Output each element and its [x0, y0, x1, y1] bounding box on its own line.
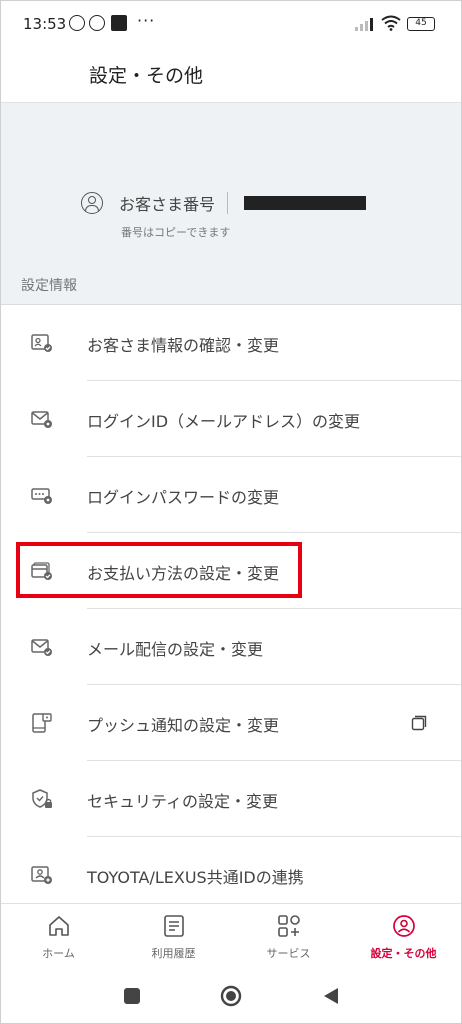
menu-item-label: TOYOTA/LEXUS共通IDの連携 [87, 868, 304, 887]
menu-item-label: プッシュ通知の設定・変更 [87, 716, 280, 735]
app-screen: 13:53 ··· 45 設定・その他 お客さま番号 番号はコピーできます 設定… [0, 0, 462, 1024]
bottom-navigation: ホーム 利用履歴 サービス 設定・その他 [1, 903, 461, 969]
external-link-icon [411, 715, 427, 731]
menu-item-mail-delivery[interactable]: メール配信の設定・変更 [1, 609, 461, 685]
nav-label: サービス [266, 947, 311, 960]
highlight-box [16, 542, 302, 598]
wifi-icon [381, 15, 401, 31]
home-button-icon[interactable] [220, 985, 242, 1007]
nav-label: 設定・その他 [370, 947, 437, 960]
menu-item-label: ログインID（メールアドレス）の変更 [87, 412, 361, 431]
menu-item-label: メール配信の設定・変更 [87, 640, 264, 659]
settings-user-icon [392, 915, 415, 937]
notification-icon [69, 15, 85, 31]
mail-check-icon [31, 639, 52, 656]
status-time: 13:53 [23, 15, 67, 33]
menu-item-customer-info[interactable]: お客さま情報の確認・変更 [1, 305, 461, 381]
customer-number-row[interactable]: お客さま番号 [81, 189, 367, 217]
customer-number-redacted[interactable] [244, 196, 367, 210]
customer-number-card: お客さま番号 番号はコピーできます [1, 103, 461, 253]
id-link-icon [31, 866, 52, 884]
nav-label: 利用履歴 [151, 947, 196, 960]
line-app-icon [89, 15, 105, 31]
nav-label: ホーム [42, 947, 75, 960]
copy-note: 番号はコピーできます [121, 226, 231, 239]
divider [227, 192, 229, 214]
services-icon [277, 915, 300, 937]
menu-item-security[interactable]: セキュリティの設定・変更 [1, 761, 461, 837]
user-card-check-icon [31, 334, 52, 352]
nav-history[interactable]: 利用履歴 [116, 904, 231, 969]
nav-settings[interactable]: 設定・その他 [346, 904, 461, 969]
menu-item-label: お客さま情報の確認・変更 [87, 336, 280, 355]
system-navigation [1, 969, 461, 1023]
menu-item-login-password[interactable]: ログインパスワードの変更 [1, 457, 461, 533]
menu-item-common-id-link[interactable]: TOYOTA/LEXUS共通IDの連携 [1, 837, 461, 913]
status-bar: 13:53 ··· 45 [1, 1, 461, 45]
settings-menu: お客さま情報の確認・変更 ログインID（メールアドレス）の変更 ログインパスワー… [1, 305, 461, 913]
back-icon[interactable] [322, 987, 340, 1005]
mail-gear-icon [31, 411, 52, 428]
app-notification-icon [111, 15, 127, 31]
menu-item-label: ログインパスワードの変更 [87, 488, 280, 507]
home-icon [48, 916, 69, 936]
page-title: 設定・その他 [89, 65, 204, 87]
customer-number-label: お客さま番号 [119, 195, 216, 214]
push-notification-icon [32, 713, 52, 733]
page-header: 設定・その他 [1, 45, 461, 103]
section-title: 設定情報 [21, 278, 77, 294]
menu-item-login-id[interactable]: ログインID（メールアドレス）の変更 [1, 381, 461, 457]
section-header: 設定情報 [1, 253, 461, 305]
signal-icon [355, 17, 375, 31]
battery-icon: 45 [407, 17, 435, 31]
password-gear-icon [31, 488, 52, 504]
security-shield-icon [32, 789, 52, 808]
recent-apps-icon[interactable] [123, 987, 141, 1005]
nav-services[interactable]: サービス [231, 904, 346, 969]
menu-item-push-notification[interactable]: プッシュ通知の設定・変更 [1, 685, 461, 761]
more-notifications-icon: ··· [137, 11, 156, 30]
menu-item-label: セキュリティの設定・変更 [87, 792, 279, 811]
nav-home[interactable]: ホーム [1, 904, 116, 969]
history-icon [163, 915, 184, 937]
user-circle-icon [81, 192, 103, 214]
